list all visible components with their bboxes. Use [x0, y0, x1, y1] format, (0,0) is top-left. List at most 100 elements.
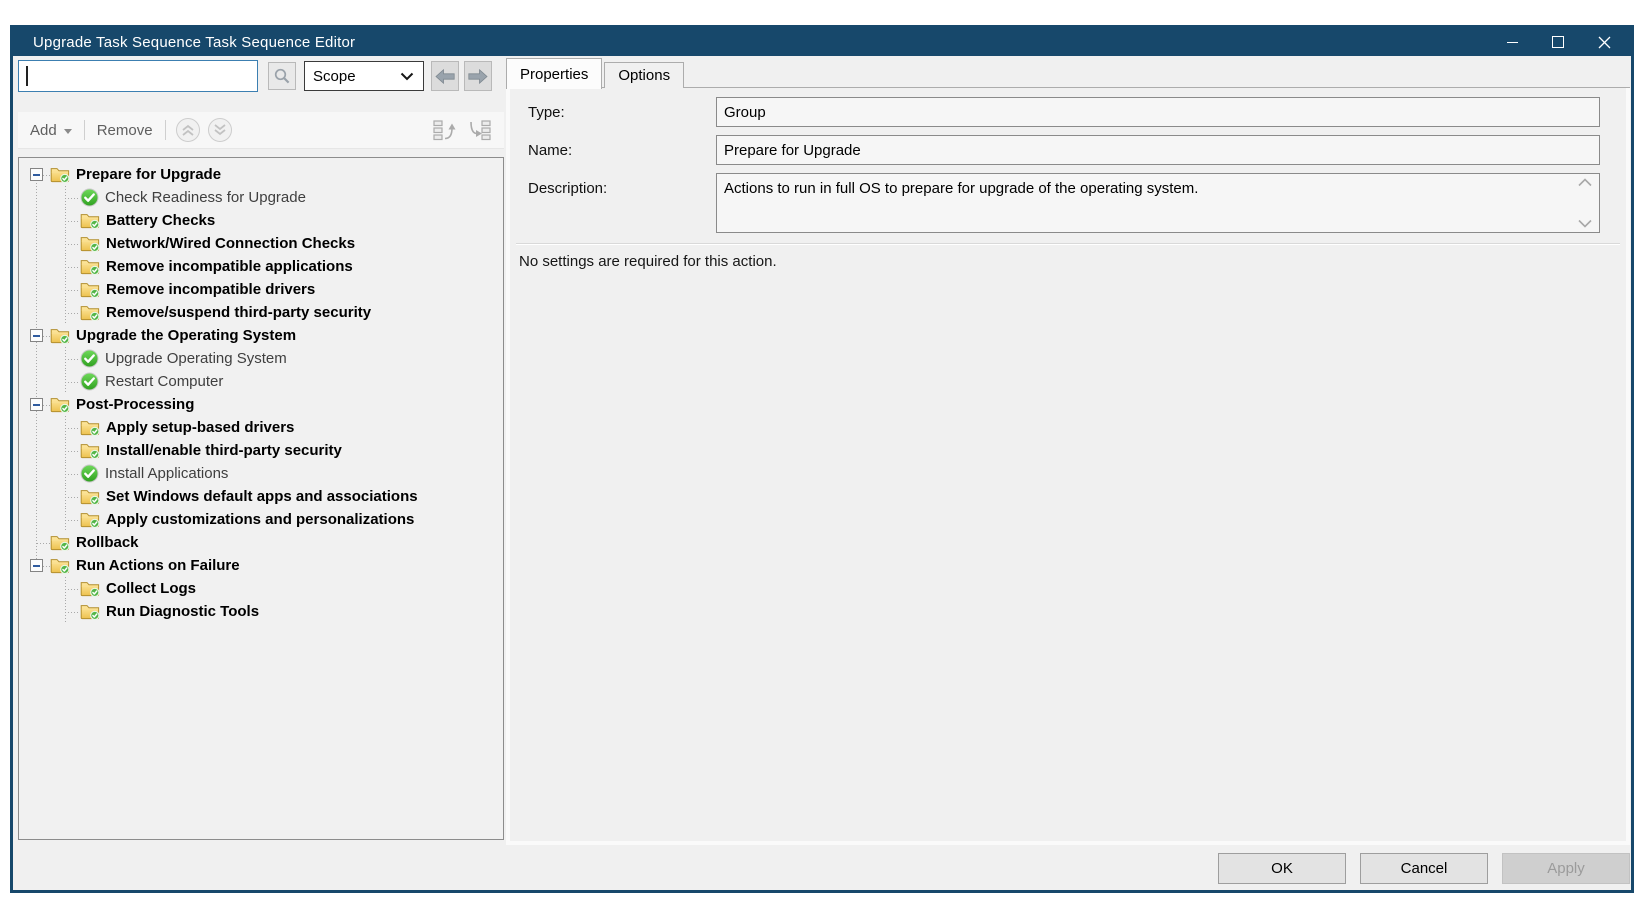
tree-step-row[interactable]: Apply setup-based drivers: [19, 416, 503, 439]
tree-step-row[interactable]: Remove incompatible applications: [19, 255, 503, 278]
tree-step-row[interactable]: Restart Computer: [19, 370, 503, 393]
tree-step-row[interactable]: Set Windows default apps and association…: [19, 485, 503, 508]
description-scrollbar[interactable]: [1575, 178, 1595, 228]
tree-step-row[interactable]: Upgrade Operating System: [19, 347, 503, 370]
tab-options-label: Options: [618, 67, 671, 84]
task-sequence-tree[interactable]: Prepare for Upgrade Check Readiness for U…: [18, 157, 504, 840]
folder-icon: [50, 327, 70, 344]
tree-item-label: Install Applications: [105, 465, 229, 482]
task-sequence-editor-window: Upgrade Task Sequence Task Sequence Edit…: [10, 25, 1634, 893]
folder-icon: [80, 304, 100, 321]
double-chevron-up-icon: [175, 118, 200, 142]
tree-group-row[interactable]: Run Actions on Failure: [19, 554, 503, 577]
tree-item-label: Upgrade the Operating System: [76, 327, 297, 344]
folder-icon: [50, 534, 70, 551]
add-button-label: Add: [30, 121, 57, 139]
type-field[interactable]: Group: [716, 97, 1600, 127]
move-up-button[interactable]: [175, 117, 201, 143]
find-previous-button[interactable]: [431, 61, 459, 91]
tree-group-row[interactable]: Prepare for Upgrade: [19, 163, 503, 186]
success-check-icon: [80, 372, 99, 391]
move-step-in-button[interactable]: [462, 118, 496, 142]
double-chevron-down-icon: [207, 118, 232, 142]
name-field[interactable]: Prepare for Upgrade: [716, 135, 1600, 165]
window-title: Upgrade Task Sequence Task Sequence Edit…: [33, 33, 356, 51]
cancel-button[interactable]: Cancel: [1360, 853, 1488, 884]
tree-step-row[interactable]: Collect Logs: [19, 577, 503, 600]
search-input[interactable]: [18, 60, 258, 92]
tree-item-label: Run Actions on Failure: [76, 557, 240, 574]
scroll-down-icon[interactable]: [1577, 219, 1593, 228]
tree-item-label: Remove/suspend third-party security: [106, 304, 372, 321]
add-button[interactable]: Add: [24, 122, 78, 139]
tree-item-label: Prepare for Upgrade: [76, 166, 222, 183]
collapse-expander-icon[interactable]: [30, 559, 43, 572]
tab-properties-label: Properties: [520, 66, 589, 83]
tree-group-row[interactable]: Rollback: [19, 531, 503, 554]
toolbar-right-icons: [428, 118, 496, 142]
search-input-wrap: [18, 60, 258, 92]
tree-item-label: Remove incompatible drivers: [106, 281, 316, 298]
apply-button[interactable]: Apply: [1502, 853, 1630, 884]
window-controls: [1489, 28, 1627, 56]
tree-step-row[interactable]: Check Readiness for Upgrade: [19, 186, 503, 209]
collapse-expander-icon[interactable]: [30, 398, 43, 411]
tree-item-label: Collect Logs: [106, 580, 197, 597]
move-step-out-button[interactable]: [428, 118, 462, 142]
minimize-button[interactable]: [1489, 28, 1535, 56]
tree-step-row[interactable]: Install/enable third-party security: [19, 439, 503, 462]
ok-button[interactable]: OK: [1218, 853, 1346, 884]
scope-dropdown[interactable]: Scope: [304, 61, 424, 91]
type-label: Type:: [528, 104, 565, 121]
search-button[interactable]: [268, 62, 296, 90]
tree-step-row[interactable]: Apply customizations and personalization…: [19, 508, 503, 531]
tree-step-row[interactable]: Network/Wired Connection Checks: [19, 232, 503, 255]
tree-step-row[interactable]: Run Diagnostic Tools: [19, 600, 503, 623]
success-check-icon: [80, 349, 99, 368]
move-down-button[interactable]: [207, 117, 233, 143]
folder-icon: [80, 281, 100, 298]
close-button[interactable]: [1581, 28, 1627, 56]
tree-connector: [19, 416, 80, 439]
scroll-up-icon[interactable]: [1577, 178, 1593, 187]
tree-step-row[interactable]: Install Applications: [19, 462, 503, 485]
screenshot-root: Upgrade Task Sequence Task Sequence Edit…: [0, 0, 1645, 904]
tree-item-label: Apply customizations and personalization…: [106, 511, 415, 528]
folder-icon: [50, 557, 70, 574]
tree-step-row[interactable]: Battery Checks: [19, 209, 503, 232]
tab-options[interactable]: Options: [604, 62, 685, 88]
minimize-icon: [1506, 41, 1518, 43]
text-caret: [26, 66, 28, 86]
apply-button-label: Apply: [1547, 860, 1585, 877]
find-next-button[interactable]: [464, 61, 492, 91]
description-field[interactable]: Actions to run in full OS to prepare for…: [716, 173, 1600, 233]
folder-icon: [80, 235, 100, 252]
list-curved-arrow-up-icon: [433, 120, 456, 141]
tree-item-label: Restart Computer: [105, 373, 224, 390]
title-bar[interactable]: Upgrade Task Sequence Task Sequence Edit…: [13, 28, 1631, 56]
tab-properties[interactable]: Properties: [506, 58, 603, 89]
remove-button[interactable]: Remove: [91, 122, 159, 139]
tree-item-label: Install/enable third-party security: [106, 442, 342, 459]
tree-step-row[interactable]: Remove incompatible drivers: [19, 278, 503, 301]
arrow-right-icon: [468, 68, 488, 84]
tree-group-row[interactable]: Upgrade the Operating System: [19, 324, 503, 347]
tree-group-row[interactable]: Post-Processing: [19, 393, 503, 416]
type-field-value: Group: [724, 103, 766, 121]
ok-button-label: OK: [1271, 860, 1293, 877]
tree-connector: [43, 163, 50, 186]
tree-step-row[interactable]: Remove/suspend third-party security: [19, 301, 503, 324]
tree-connector: [19, 439, 80, 462]
tree-connector: [19, 577, 80, 600]
list-curved-arrow-down-icon: [470, 120, 491, 141]
remove-button-label: Remove: [96, 121, 153, 139]
tree-connector: [19, 232, 80, 255]
tree-item-label: Set Windows default apps and association…: [106, 488, 418, 505]
maximize-button[interactable]: [1535, 28, 1581, 56]
arrow-left-icon: [435, 68, 455, 84]
maximize-icon: [1552, 36, 1564, 48]
folder-icon: [80, 488, 100, 505]
collapse-expander-icon[interactable]: [30, 329, 43, 342]
collapse-expander-icon[interactable]: [30, 168, 43, 181]
tree-connector: [19, 255, 80, 278]
